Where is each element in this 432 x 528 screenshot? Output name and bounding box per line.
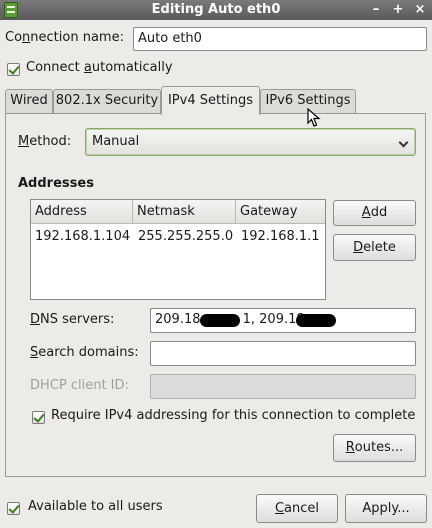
- label-part: Connect: [26, 60, 84, 75]
- connection-name-input[interactable]: Auto eth0: [133, 27, 427, 51]
- close-icon[interactable]: ×: [411, 1, 429, 19]
- column-header-netmask[interactable]: Netmask: [133, 200, 236, 224]
- routes-button[interactable]: Routes...: [333, 434, 416, 462]
- button-label-part: dd: [370, 205, 388, 220]
- redaction-mark: [200, 314, 240, 327]
- label-mnemonic: M: [18, 134, 30, 149]
- dns-value-part: 209.18.: [155, 312, 205, 327]
- tab-802-1x-security[interactable]: 802.1x Security: [53, 89, 161, 113]
- dhcp-client-id-label: DHCP client ID:: [30, 378, 129, 393]
- button-label-part: elete: [363, 240, 396, 255]
- button-mnemonic: A: [361, 205, 371, 220]
- tab-wired[interactable]: Wired: [5, 89, 53, 113]
- dns-servers-label: DNS servers:: [30, 312, 114, 327]
- label-part: ethod:: [29, 134, 72, 149]
- redaction-mark: [296, 314, 336, 327]
- button-mnemonic: C: [274, 501, 285, 516]
- require-ipv4-label[interactable]: Require IPv4 addressing for this connect…: [51, 408, 415, 423]
- connection-name-label: Connection name:: [5, 30, 124, 45]
- tab-ipv4-settings[interactable]: IPv4 Settings: [161, 86, 260, 115]
- maximize-icon[interactable]: +: [389, 1, 407, 19]
- label-part: NS servers:: [40, 312, 115, 327]
- column-header-address[interactable]: Address: [31, 200, 133, 224]
- connect-automatically-checkbox[interactable]: [7, 63, 20, 76]
- available-to-all-users-checkbox[interactable]: [7, 502, 20, 515]
- addresses-table[interactable]: Address Netmask Gateway 192.168.1.104 25…: [30, 199, 326, 300]
- cancel-button[interactable]: Cancel: [256, 494, 338, 523]
- dns-servers-input[interactable]: 209.18. 1, 209.18.: [150, 308, 416, 333]
- window-titlebar[interactable]: Editing Auto eth0 – + ×: [0, 0, 432, 20]
- column-header-gateway[interactable]: Gateway: [236, 200, 325, 224]
- table-cell-netmask[interactable]: 255.255.255.0: [138, 229, 233, 244]
- minimize-icon[interactable]: –: [367, 1, 385, 19]
- search-domains-label: Search domains:: [30, 345, 139, 360]
- label-part: earch domains:: [38, 345, 139, 360]
- button-label-part: ancel: [284, 501, 320, 516]
- apply-button[interactable]: Apply...: [345, 494, 427, 523]
- search-domains-input[interactable]: [150, 341, 416, 366]
- chevron-down-icon: [398, 137, 409, 148]
- label-mnemonic: a: [83, 60, 92, 75]
- delete-button[interactable]: Delete: [333, 234, 416, 261]
- addresses-heading: Addresses: [18, 176, 94, 191]
- connect-automatically-label[interactable]: Connect automatically: [26, 60, 173, 75]
- label-mnemonic: D: [30, 312, 41, 327]
- table-cell-gateway[interactable]: 192.168.1.1: [241, 229, 320, 244]
- method-selected-value: Manual: [92, 134, 140, 149]
- label-part: utomatically: [91, 60, 173, 75]
- mouse-cursor-icon: [307, 108, 321, 127]
- table-cell-address[interactable]: 192.168.1.104: [35, 229, 130, 244]
- available-to-all-users-label[interactable]: Available to all users: [28, 499, 163, 514]
- button-mnemonic: D: [353, 240, 364, 255]
- method-label: Method:: [18, 134, 71, 149]
- label-part: nection name:: [30, 30, 124, 45]
- label-part: Co: [5, 30, 23, 45]
- button-mnemonic: R: [345, 440, 355, 455]
- button-label-part: outes...: [354, 440, 404, 455]
- add-button[interactable]: Add: [333, 200, 416, 226]
- dhcp-client-id-input: [150, 374, 416, 399]
- method-dropdown[interactable]: Manual: [85, 128, 416, 156]
- require-ipv4-checkbox[interactable]: [32, 411, 45, 424]
